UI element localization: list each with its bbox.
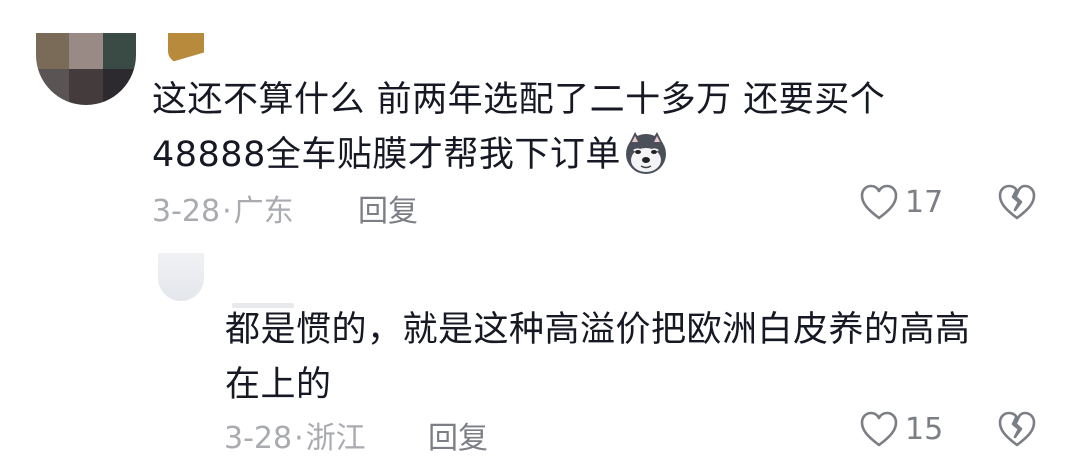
like-button[interactable]: 15 xyxy=(859,410,943,448)
meta-separator: · xyxy=(294,421,304,456)
avatar-pixel xyxy=(36,69,70,105)
like-count: 17 xyxy=(905,184,944,220)
like-button[interactable]: 17 xyxy=(859,183,943,221)
meta-separator: · xyxy=(222,194,232,229)
broken-heart-icon xyxy=(998,184,1036,220)
dislike-button[interactable] xyxy=(997,183,1037,221)
husky-dog-emoji-icon xyxy=(625,132,666,174)
avatar-pixel xyxy=(69,33,103,69)
avatar-pixel xyxy=(36,33,70,69)
comment-date: 3-28 xyxy=(152,194,221,229)
reply-button[interactable]: 回复 xyxy=(428,413,488,457)
comment-line: 这还不算什么 前两年选配了二十多万 还要买个 xyxy=(152,80,886,120)
comment-line-text: 48888全车贴膜才帮我下订单 xyxy=(152,135,621,175)
dislike-button[interactable] xyxy=(997,410,1037,448)
comment-line: 在上的 xyxy=(225,365,332,405)
avatar[interactable] xyxy=(158,253,204,301)
comment-body: 这还不算什么 前两年选配了二十多万 还要买个 48888全车贴膜才帮我下订单 xyxy=(152,73,885,183)
comment-line: 48888全车贴膜才帮我下订单 xyxy=(152,128,885,183)
username-redacted[interactable] xyxy=(168,33,204,63)
avatar-pixel xyxy=(102,33,136,69)
comment-meta: 3-28·浙江 xyxy=(224,413,366,457)
broken-heart-icon xyxy=(998,411,1036,447)
avatar-pixel xyxy=(69,69,103,105)
heart-icon xyxy=(860,184,898,220)
reply-button[interactable]: 回复 xyxy=(358,186,418,230)
like-count: 15 xyxy=(905,411,944,447)
comment-location: 浙江 xyxy=(305,421,366,456)
comment-line: 都是惯的，就是这种高溢价把欧洲白皮养的高高 xyxy=(225,310,971,350)
avatar[interactable] xyxy=(36,33,136,105)
heart-icon xyxy=(860,411,898,447)
comment-body: 都是惯的，就是这种高溢价把欧洲白皮养的高高 在上的 xyxy=(225,303,971,413)
comment-date: 3-28 xyxy=(224,421,293,456)
avatar-pixel xyxy=(102,69,136,105)
comment-meta: 3-28·广东 xyxy=(152,186,294,230)
comment-location: 广东 xyxy=(233,194,294,229)
